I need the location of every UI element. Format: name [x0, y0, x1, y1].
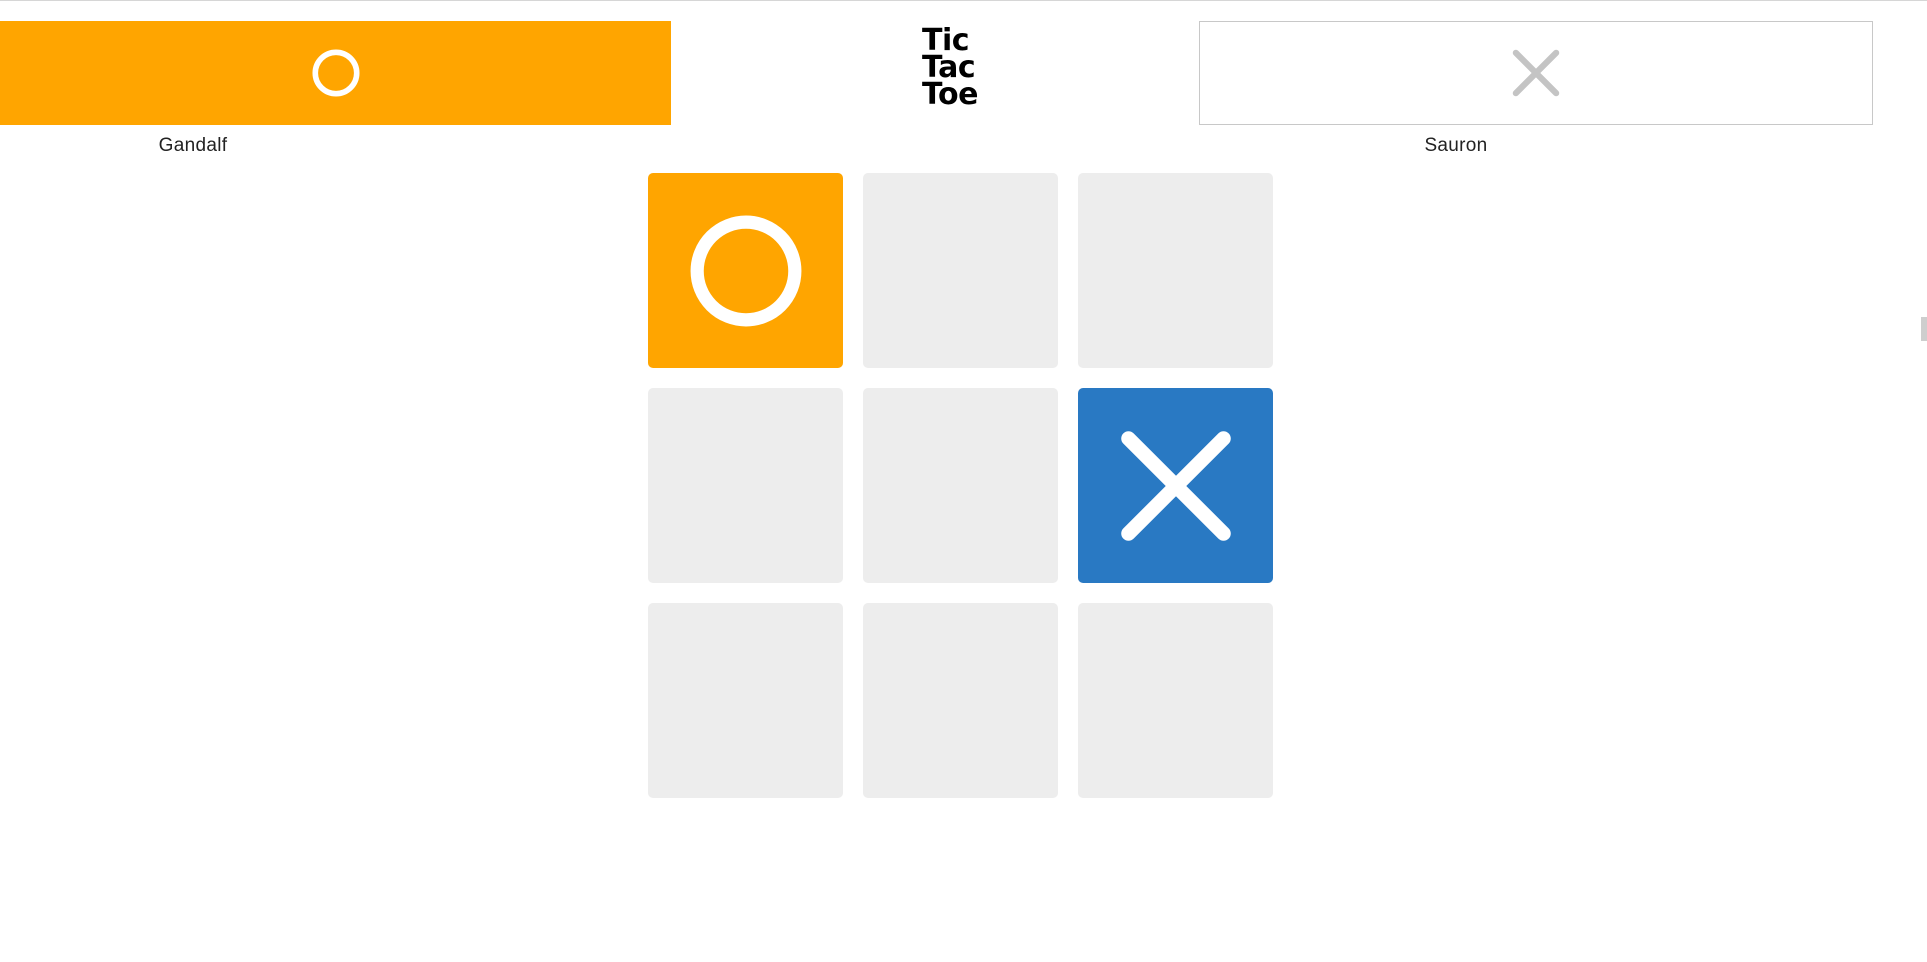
player-x-card[interactable] — [1199, 21, 1873, 125]
tic-tac-toe-logo: Tic Tac Toe — [922, 26, 1004, 112]
circle-icon — [690, 215, 801, 326]
player-o-name: Gandalf — [158, 135, 228, 156]
board-cell-5[interactable] — [863, 388, 1058, 583]
cross-icon — [1120, 430, 1231, 541]
board-cell-4[interactable] — [648, 388, 843, 583]
game-page: Gandalf Tic Tac Toe Sauron — [0, 0, 1927, 962]
circle-icon — [308, 45, 364, 101]
board-cell-2[interactable] — [863, 173, 1058, 368]
board-cell-3[interactable] — [1078, 173, 1273, 368]
game-board — [648, 173, 1273, 798]
player-o-card[interactable] — [0, 21, 671, 125]
player-x-name: Sauron — [1424, 135, 1488, 156]
logo-line-3: Toe — [922, 77, 978, 112]
board-cell-9[interactable] — [1078, 603, 1273, 798]
board-cell-6[interactable] — [1078, 388, 1273, 583]
cross-icon — [1508, 45, 1564, 101]
board-cell-8[interactable] — [863, 603, 1058, 798]
scrollbar-thumb[interactable] — [1921, 317, 1927, 341]
board-cell-7[interactable] — [648, 603, 843, 798]
board-cell-1[interactable] — [648, 173, 843, 368]
